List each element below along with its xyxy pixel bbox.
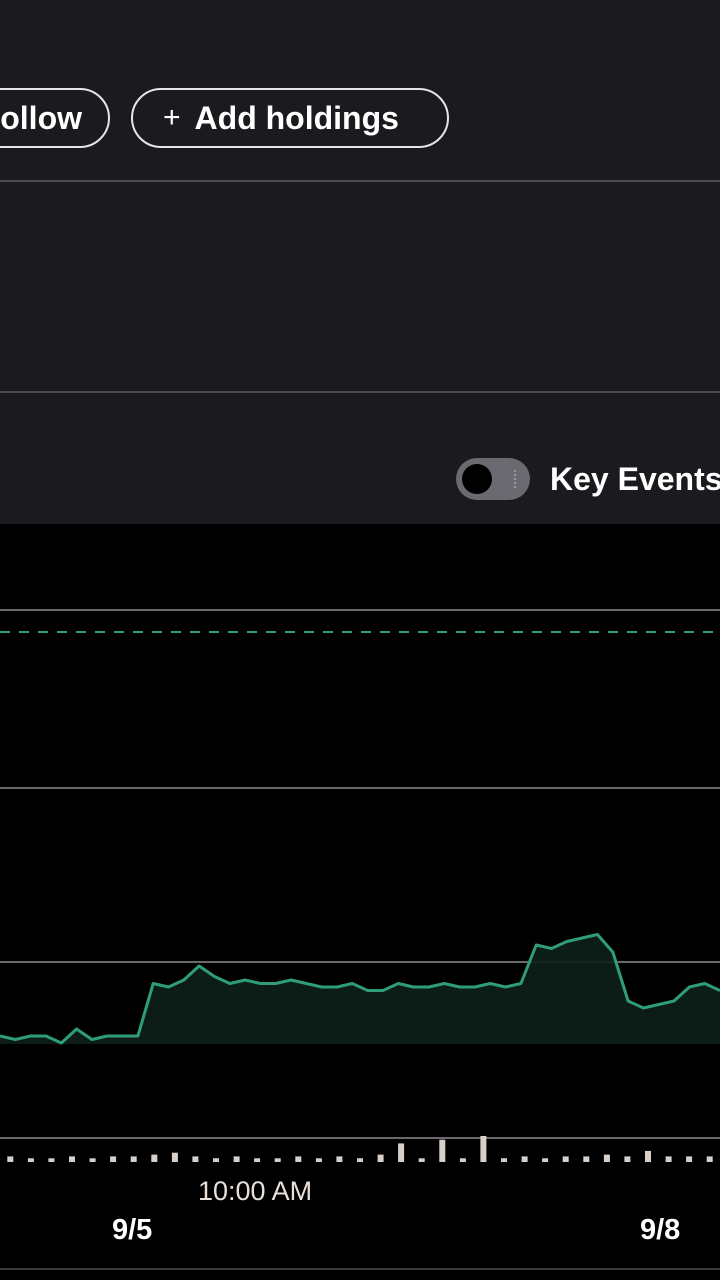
plus-icon: + [163, 101, 181, 134]
volume-bar [254, 1158, 261, 1162]
volume-bar [7, 1156, 14, 1162]
toggle-knob [462, 464, 492, 494]
stock-detail-screen: Follow + Add holdings Key Events [0, 0, 720, 1280]
volume-bar [110, 1156, 117, 1162]
key-events-toggle[interactable] [456, 458, 530, 500]
volume-bar [48, 1158, 55, 1162]
volume-bar [151, 1154, 158, 1162]
add-holdings-label: Add holdings [194, 99, 399, 136]
date-label-9-5: 9/5 [112, 1214, 153, 1246]
price-chart-svg [0, 609, 720, 1270]
key-events-toggle-row: Key Events [456, 458, 720, 500]
volume-bar [171, 1152, 178, 1162]
volume-bar [480, 1136, 487, 1162]
divider-top [0, 180, 720, 182]
add-holdings-button[interactable]: + Add holdings [131, 88, 449, 148]
volume-bar [686, 1156, 693, 1162]
volume-bar [603, 1154, 610, 1162]
volume-bar [295, 1156, 302, 1162]
price-chart[interactable]: 10:00 AM 9/5 9/8 [0, 524, 720, 1280]
volume-bar [130, 1156, 137, 1162]
volume-bar [418, 1158, 425, 1162]
volume-bar [357, 1158, 363, 1162]
volume-bar [501, 1158, 507, 1162]
volume-bar [439, 1139, 446, 1162]
volume-bar [336, 1156, 343, 1162]
volume-bar [315, 1158, 322, 1162]
volume-bar [645, 1150, 651, 1162]
header-panel: Follow + Add holdings Key Events [0, 0, 720, 524]
volume-bar [233, 1156, 240, 1162]
volume-bar [583, 1156, 590, 1162]
follow-button-label: Follow [0, 99, 82, 136]
volume-bar [542, 1158, 549, 1162]
volume-bar [562, 1156, 569, 1162]
volume-bar [192, 1156, 199, 1162]
date-label-9-8: 9/8 [640, 1214, 681, 1246]
volume-bar [624, 1156, 631, 1162]
volume-bar [27, 1158, 34, 1162]
volume-bar [521, 1156, 528, 1162]
x-axis-tick-label: 10:00 AM [198, 1176, 313, 1206]
volume-bar [377, 1154, 384, 1162]
volume-bar [665, 1156, 672, 1162]
volume-bar [459, 1158, 466, 1162]
volume-bar [706, 1156, 713, 1162]
divider-middle [0, 391, 720, 393]
volume-bar [69, 1156, 75, 1162]
toggle-off-indicator-icon [514, 470, 520, 488]
volume-bar [213, 1158, 219, 1162]
volume-bar [89, 1158, 96, 1162]
volume-bar [398, 1143, 405, 1162]
volume-bar [274, 1158, 281, 1162]
key-events-label: Key Events [550, 460, 720, 497]
follow-button[interactable]: Follow [0, 88, 110, 148]
